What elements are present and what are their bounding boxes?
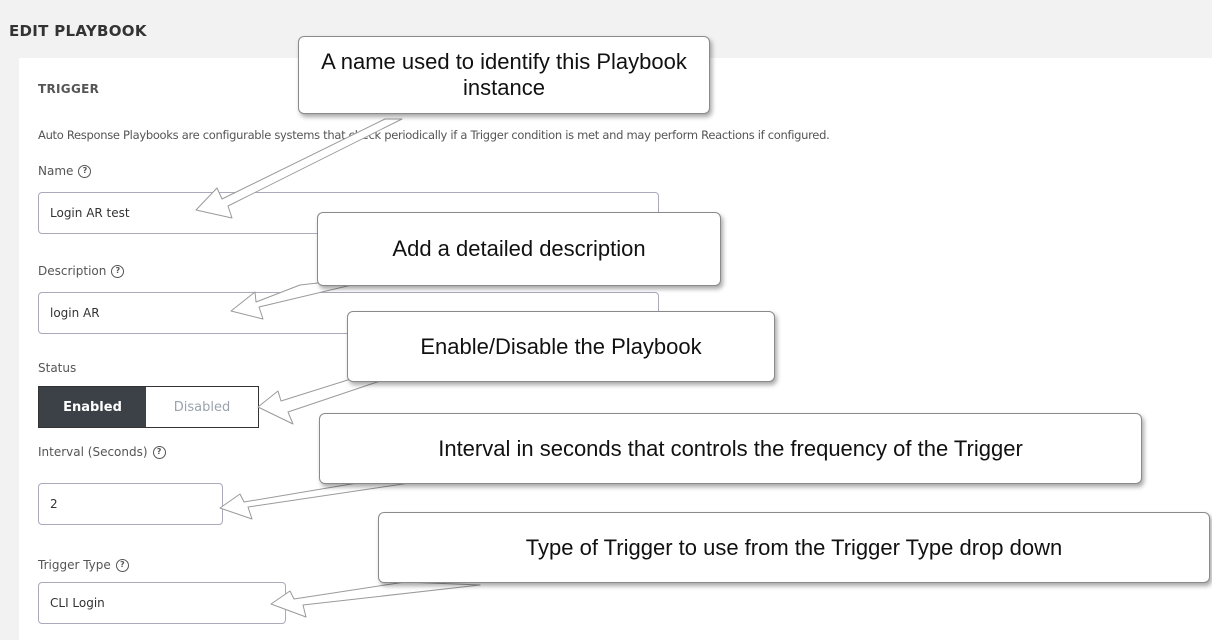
trigger-type-select[interactable]: CLI Login	[38, 582, 286, 624]
trigger-type-label-row: Trigger Type ?	[38, 558, 129, 572]
help-icon[interactable]: ?	[115, 558, 129, 572]
status-label: Status	[38, 361, 77, 375]
description-label: Description	[38, 264, 107, 278]
status-enabled-option[interactable]: Enabled	[39, 387, 146, 427]
name-label: Name	[38, 164, 74, 178]
callout-name: A name used to identify this Playbook in…	[298, 36, 710, 114]
trigger-type-label: Trigger Type	[38, 558, 111, 572]
section-title: TRIGGER	[38, 82, 100, 96]
name-label-row: Name ?	[38, 164, 92, 178]
description-label-row: Description ?	[38, 264, 125, 278]
status-label-row: Status	[38, 361, 76, 375]
callout-description: Add a detailed description	[317, 212, 721, 286]
status-toggle: Enabled Disabled	[38, 386, 259, 428]
help-icon[interactable]: ?	[152, 445, 166, 459]
interval-label-row: Interval (Seconds) ?	[38, 445, 166, 459]
help-icon[interactable]: ?	[111, 264, 125, 278]
interval-label: Interval (Seconds)	[38, 445, 148, 459]
help-icon[interactable]: ?	[78, 164, 92, 178]
callout-interval: Interval in seconds that controls the fr…	[319, 413, 1142, 484]
callout-trigger-type: Type of Trigger to use from the Trigger …	[378, 512, 1210, 583]
status-disabled-option[interactable]: Disabled	[146, 387, 258, 427]
interval-input[interactable]: 2	[38, 483, 223, 525]
section-intro: Auto Response Playbooks are configurable…	[38, 128, 830, 142]
page-title: EDIT PLAYBOOK	[9, 22, 147, 40]
callout-status: Enable/Disable the Playbook	[347, 311, 775, 382]
